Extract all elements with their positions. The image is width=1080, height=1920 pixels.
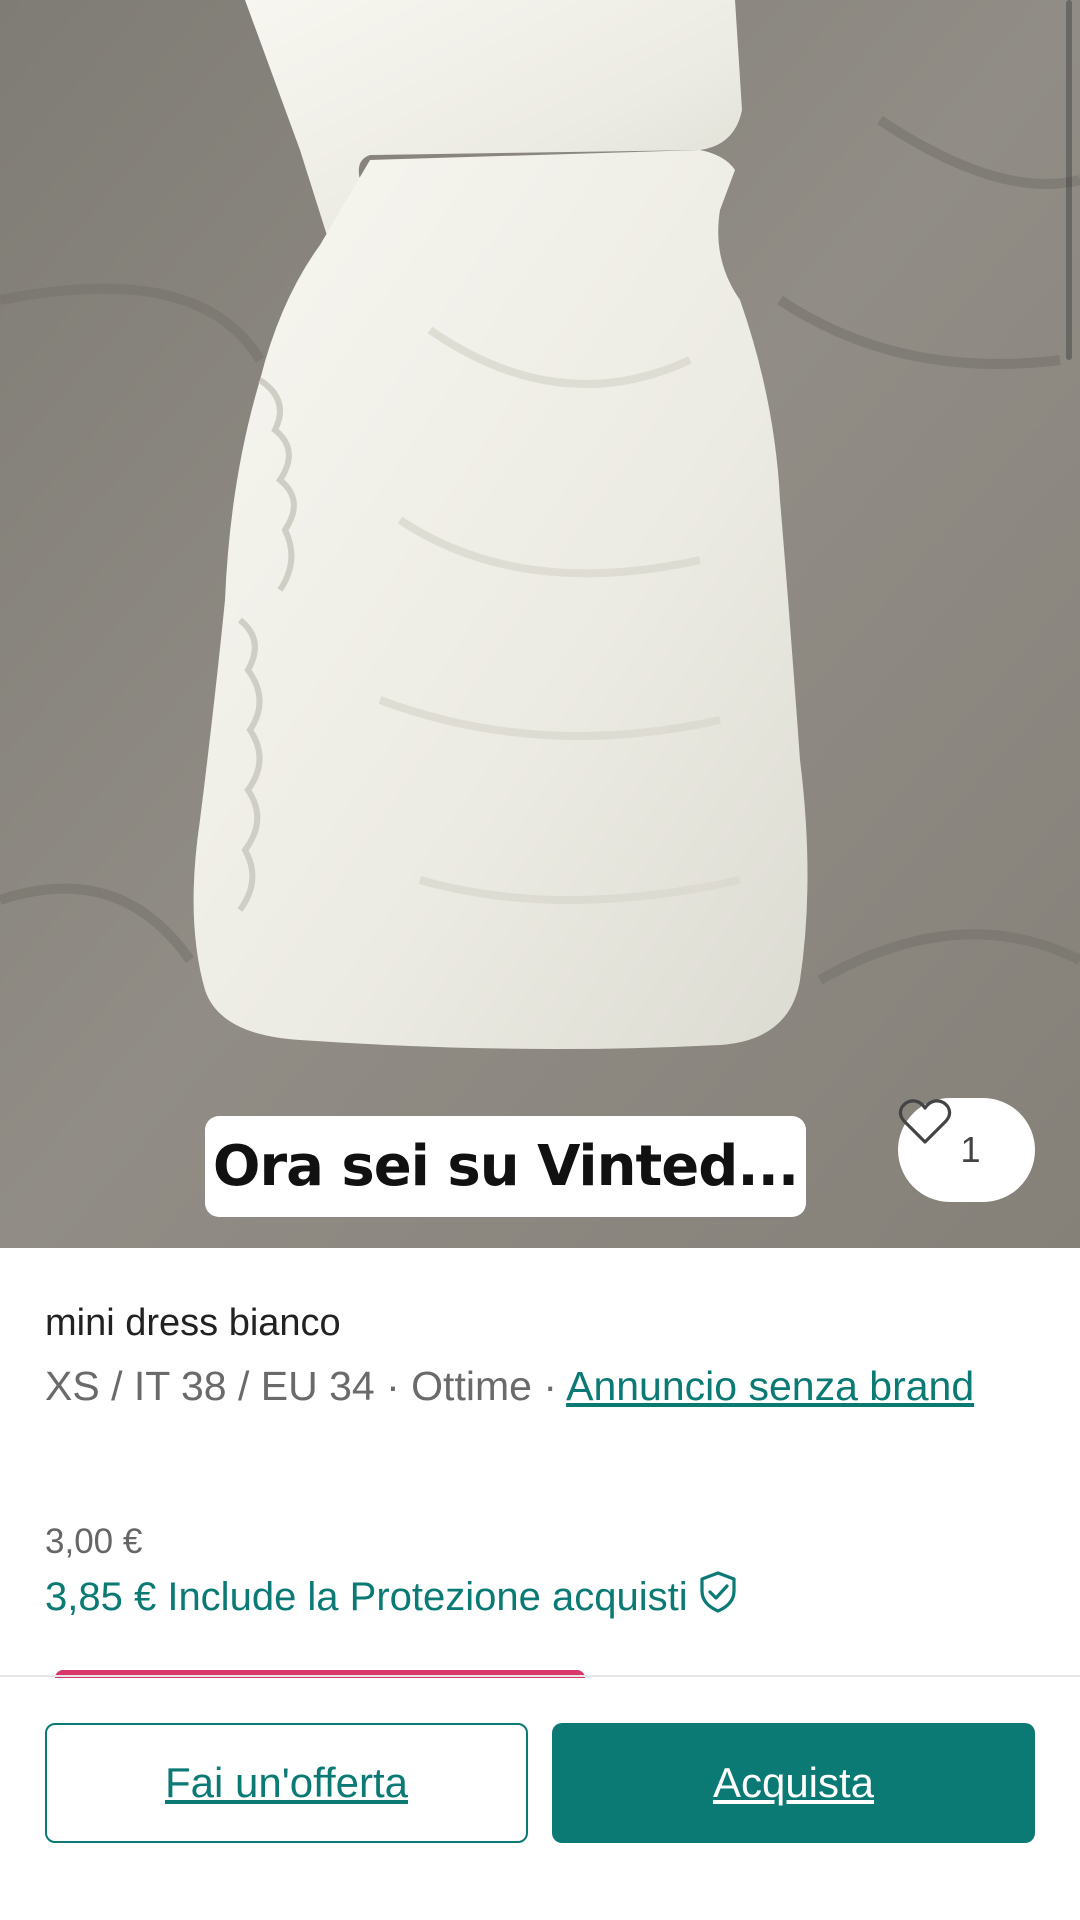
make-offer-button[interactable]: Fai un'offerta bbox=[45, 1723, 528, 1843]
caption-overlay: Ora sei su Vinted... bbox=[205, 1116, 806, 1217]
divider bbox=[0, 1675, 1080, 1677]
meta-separator: · bbox=[386, 1363, 400, 1409]
dress-photo-image bbox=[0, 0, 1080, 1248]
item-photo[interactable]: Ora sei su Vinted... 1 bbox=[0, 0, 1080, 1248]
favorite-button[interactable]: 1 bbox=[898, 1098, 1035, 1202]
favorite-count: 1 bbox=[960, 1129, 981, 1170]
brand-link[interactable]: Annuncio senza brand bbox=[566, 1363, 974, 1409]
item-condition: Ottime bbox=[411, 1363, 532, 1409]
scrollbar[interactable] bbox=[1066, 0, 1072, 360]
item-details: mini dress bianco XS / IT 38 / EU 34 · O… bbox=[45, 1298, 1035, 1416]
item-size: XS / IT 38 / EU 34 bbox=[45, 1363, 375, 1409]
shield-check-icon bbox=[698, 1570, 738, 1624]
buy-button[interactable]: Acquista bbox=[552, 1723, 1035, 1843]
buyer-protection-price[interactable]: 3,85 € Include la Protezione acquisti bbox=[45, 1570, 738, 1624]
total-price-text: 3,85 € Include la Protezione acquisti bbox=[45, 1574, 688, 1619]
item-price: 3,00 € bbox=[45, 1522, 143, 1561]
item-meta: XS / IT 38 / EU 34 · Ottime · Annuncio s… bbox=[45, 1356, 1035, 1416]
item-title: mini dress bianco bbox=[45, 1302, 341, 1344]
meta-separator: · bbox=[543, 1363, 557, 1409]
